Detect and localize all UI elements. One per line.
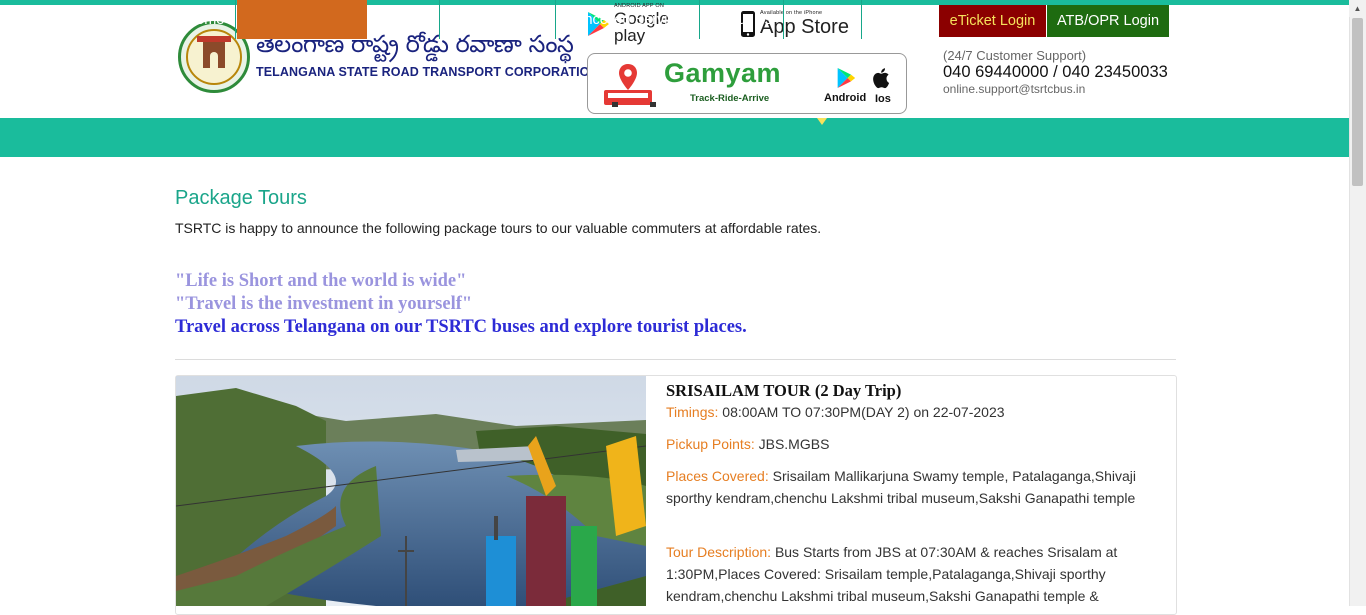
atb-opr-login-button[interactable]: ATB/OPR Login: [1047, 5, 1169, 37]
places-label: Places Covered:: [666, 468, 769, 484]
timings-label: Timings:: [666, 404, 719, 420]
tour-pickup-points: Pickup Points: JBS.MGBS: [666, 433, 1136, 455]
description-label: Tour Description:: [666, 544, 772, 560]
apple-icon: [873, 68, 890, 89]
nav-blank-item[interactable]: [785, 0, 862, 39]
scrollbar-thumb[interactable]: [1352, 18, 1363, 186]
timings-value: 08:00AM TO 07:30PM(DAY 2) on 22-07-2023: [722, 404, 1005, 420]
logo-english-text[interactable]: TELANGANA STATE ROAD TRANSPORT CORPORATI…: [256, 65, 599, 79]
nav-driver-info[interactable]: Driver Info: [862, 0, 950, 39]
tour-description: Tour Description: Bus Starts from JBS at…: [666, 541, 1136, 607]
pickup-value: JBS.MGBS: [758, 436, 830, 452]
location-pin-icon: [619, 64, 637, 90]
gamyam-app-banner[interactable]: Gamyam Track-Ride-Arrive Android Ios: [587, 53, 907, 114]
quote-travel-investment: "Travel is the investment in yourself": [175, 294, 473, 314]
section-divider: [175, 359, 1176, 360]
support-email-link[interactable]: online.support@tsrtcbus.in: [943, 82, 1085, 96]
nav-home[interactable]: Home: [175, 0, 236, 39]
tagline-travel-telangana: Travel across Telangana on our TSRTC bus…: [175, 317, 747, 337]
nav-active-item[interactable]: [237, 0, 367, 39]
srisailam-tour-photo[interactable]: [176, 376, 646, 606]
scroll-up-arrow-icon[interactable]: ▲: [1349, 0, 1366, 17]
gamyam-ios-label: Ios: [875, 93, 891, 105]
customer-support-label: (24/7 Customer Support): [943, 48, 1087, 63]
nav-about-us[interactable]: About Us: [701, 0, 784, 39]
page-title: Package Tours: [175, 187, 307, 209]
nav-cancel-tickets[interactable]: Cancel Tickets: [441, 0, 556, 39]
android-play-icon: [837, 68, 856, 88]
gamyam-tagline: Track-Ride-Arrive: [690, 93, 770, 104]
gamyam-android-label: Android: [824, 92, 867, 104]
gamyam-title: Gamyam: [664, 58, 782, 88]
eticket-login-button[interactable]: eTicket Login: [939, 5, 1046, 37]
intro-text: TSRTC is happy to announce the following…: [175, 220, 822, 236]
main-navbar: [0, 118, 1349, 157]
tour-timings: Timings: 08:00AM TO 07:30PM(DAY 2) on 22…: [666, 401, 1136, 423]
support-phone-numbers: 040 69440000 / 040 23450033: [943, 63, 1168, 81]
nav-dropdown-caret-icon: [817, 118, 827, 125]
tour-title: SRISAILAM TOUR (2 Day Trip): [666, 381, 902, 400]
quote-life-is-short: "Life is Short and the world is wide": [175, 271, 467, 291]
bus-icon: [604, 90, 656, 107]
nav-enquiry[interactable]: Enquiry: [368, 0, 440, 39]
nav-cancelled-services[interactable]: Cancelled Services: [557, 0, 700, 39]
pickup-label: Pickup Points:: [666, 436, 755, 452]
tour-places-covered: Places Covered: Srisailam Mallikarjuna S…: [666, 465, 1136, 509]
